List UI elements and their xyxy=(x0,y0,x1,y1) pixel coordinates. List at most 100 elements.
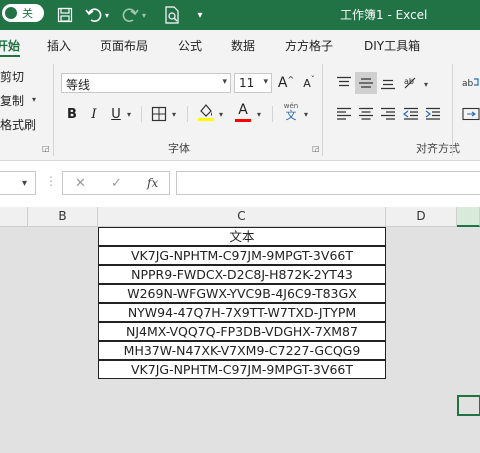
data-cell[interactable]: NPPR9-FWDCX-D2C8J-H872K-2YT43 xyxy=(98,265,386,284)
font-name-value: 等线 xyxy=(66,78,91,92)
align-middle-icon[interactable] xyxy=(355,72,377,94)
tab-fangfang-gezi[interactable]: 方方格子 xyxy=(285,37,333,54)
tab-diy-toolbox[interactable]: DIY工具箱 xyxy=(364,37,420,54)
column-header-a-partial[interactable] xyxy=(0,207,28,227)
column-header-e-selected[interactable] xyxy=(457,207,480,227)
ribbon-divider xyxy=(53,64,54,156)
formula-input[interactable] xyxy=(176,171,480,195)
title-bar: 关 ▾ ▾ ▾ 工作簿1 - Excel xyxy=(0,0,480,30)
align-bottom-icon[interactable] xyxy=(377,72,399,94)
caret-up-icon: ^ xyxy=(287,74,295,84)
name-box[interactable] xyxy=(0,171,36,195)
print-preview-icon[interactable] xyxy=(162,5,182,25)
gridline xyxy=(457,227,458,453)
cell-c-header[interactable]: 文本 xyxy=(98,227,386,246)
data-cell[interactable]: NJ4MX-VQQ7Q-FP3DB-VDGHX-7XM87 xyxy=(98,322,386,341)
column-header-c[interactable]: C xyxy=(98,207,386,227)
orientation-icon[interactable]: ab xyxy=(400,72,422,94)
ribbon-tabs: 开始 插入 页面布局 公式 数据 方方格子 DIY工具箱 xyxy=(0,30,480,58)
format-painter-button[interactable]: 格式刷 xyxy=(0,116,36,133)
font-color-dropdown-icon[interactable]: ▾ xyxy=(257,110,261,119)
font-group-label: 字体 xyxy=(168,142,190,155)
column-header-d[interactable]: D xyxy=(386,207,457,227)
phonetic-guide-button[interactable]: wén 文 xyxy=(280,101,302,123)
toggle-knob xyxy=(5,7,17,19)
undo-icon[interactable] xyxy=(84,5,104,25)
increase-indent-icon[interactable] xyxy=(422,103,444,125)
font-name-combo[interactable]: 等线 ▾ xyxy=(61,73,231,93)
caret-down-icon: ˇ xyxy=(310,74,315,84)
ribbon-divider xyxy=(322,64,323,156)
phonetic-dropdown-icon[interactable]: ▾ xyxy=(304,110,308,119)
active-tab-indicator xyxy=(0,55,20,57)
data-cell[interactable]: VK7JG-NPHTM-C97JM-9MPGT-3V66T xyxy=(98,246,386,265)
font-launcher-icon[interactable]: ◲ xyxy=(312,144,320,153)
underline-dropdown-icon[interactable]: ▾ xyxy=(127,110,131,119)
fill-color-dropdown-icon[interactable]: ▾ xyxy=(219,110,223,119)
data-cell[interactable]: VK7JG-NPHTM-C97JM-9MPGT-3V66T xyxy=(98,360,386,379)
chevron-down-icon[interactable]: ▾ xyxy=(222,77,227,87)
redo-dropdown-icon[interactable]: ▾ xyxy=(139,5,149,25)
column-header-b[interactable]: B xyxy=(28,207,98,227)
orientation-dropdown-icon[interactable]: ▾ xyxy=(424,80,428,89)
redo-icon[interactable] xyxy=(120,5,140,25)
data-cell[interactable]: NYW94-47Q7H-7X9TT-W7TXD-JTYPM xyxy=(98,303,386,322)
tab-formulas[interactable]: 公式 xyxy=(178,37,202,54)
data-cell[interactable]: MH37W-N47XK-V7XM9-C7227-GCQG9 xyxy=(98,341,386,360)
align-right-icon[interactable] xyxy=(377,103,399,125)
svg-text:ab: ab xyxy=(404,77,414,86)
splitter-dots-icon[interactable]: ⋮ xyxy=(45,174,57,188)
merge-center-icon[interactable] xyxy=(460,103,480,125)
cancel-icon[interactable]: ✕ xyxy=(75,176,86,191)
autosave-toggle[interactable]: 关 xyxy=(2,4,44,22)
ribbon-divider xyxy=(452,64,453,156)
borders-icon[interactable] xyxy=(148,103,170,125)
active-cell-selection[interactable] xyxy=(457,395,480,416)
gridline xyxy=(28,227,29,453)
align-center-icon[interactable] xyxy=(355,103,377,125)
ribbon-divider xyxy=(272,106,273,122)
ribbon-divider xyxy=(187,106,188,122)
font-color-letter: A xyxy=(238,101,248,118)
save-icon[interactable] xyxy=(55,5,75,25)
borders-dropdown-icon[interactable]: ▾ xyxy=(172,110,176,119)
fill-color-icon[interactable] xyxy=(195,101,217,123)
cut-button[interactable]: 剪切 xyxy=(0,68,24,85)
customize-qat-icon[interactable]: ▾ xyxy=(190,5,210,25)
phonetic-char: 文 xyxy=(285,109,297,122)
enter-icon[interactable]: ✓ xyxy=(111,176,122,191)
grow-font-letter: A xyxy=(277,75,288,91)
font-color-button[interactable]: A xyxy=(232,101,254,123)
align-left-icon[interactable] xyxy=(333,103,355,125)
tab-home[interactable]: 开始 xyxy=(0,37,20,54)
font-size-combo[interactable]: 11 ▾ xyxy=(234,73,272,93)
shrink-font-button[interactable]: Aˇ xyxy=(298,72,320,94)
ribbon-divider xyxy=(141,106,142,122)
italic-button[interactable]: I xyxy=(83,103,105,125)
chevron-down-icon[interactable]: ▾ xyxy=(263,77,268,87)
data-cell[interactable]: W269N-WFGWX-YVC9B-4J6C9-T83GX xyxy=(98,284,386,303)
formula-buttons: ✕ ✓ fx xyxy=(62,171,170,195)
svg-text:ab: ab xyxy=(462,79,474,89)
wrap-text-icon[interactable]: ab xyxy=(460,72,480,94)
undo-dropdown-icon[interactable]: ▾ xyxy=(102,5,112,25)
tab-data[interactable]: 数据 xyxy=(231,37,255,54)
copy-button[interactable]: 复制 xyxy=(0,92,24,109)
formula-bar: ▾ ⋮ ✕ ✓ fx xyxy=(0,165,480,201)
gridline xyxy=(386,227,387,453)
bold-button[interactable]: B xyxy=(61,103,83,125)
tab-page-layout[interactable]: 页面布局 xyxy=(100,37,148,54)
shrink-font-letter: A xyxy=(303,76,311,90)
clipboard-launcher-icon[interactable]: ◲ xyxy=(42,144,50,153)
copy-dropdown-icon[interactable]: ▾ xyxy=(32,95,36,104)
alignment-group-label: 对齐方式 xyxy=(416,142,460,155)
decrease-indent-icon[interactable] xyxy=(400,103,422,125)
underline-button[interactable]: U xyxy=(105,103,127,125)
grow-font-button[interactable]: A ^ xyxy=(275,72,297,94)
autosave-label: 关 xyxy=(22,7,33,20)
window-title: 工作簿1 - Excel xyxy=(340,8,428,22)
align-top-icon[interactable] xyxy=(333,72,355,94)
tab-insert[interactable]: 插入 xyxy=(47,37,71,54)
insert-function-icon[interactable]: fx xyxy=(147,176,158,190)
name-box-dropdown-icon[interactable]: ▾ xyxy=(22,178,27,189)
